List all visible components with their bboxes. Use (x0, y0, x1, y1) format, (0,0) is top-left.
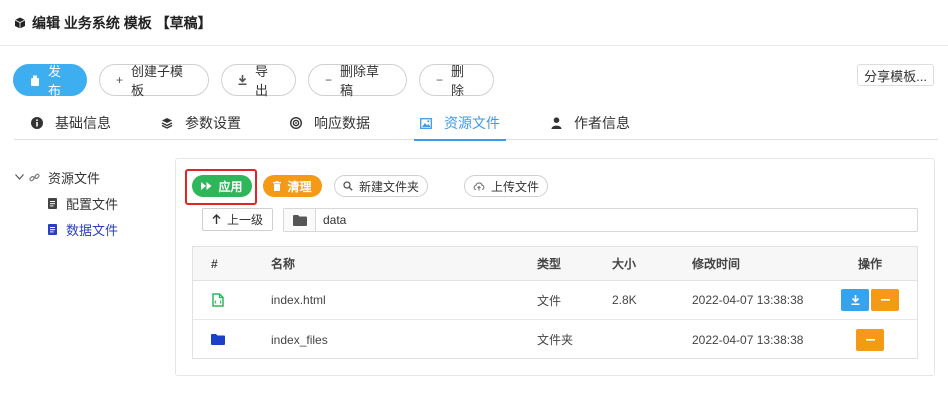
plus-icon: + (116, 73, 124, 87)
tab-resource-files[interactable]: 资源文件 (414, 106, 506, 141)
publish-label: 发布 (48, 64, 62, 98)
tab-parameter-settings[interactable]: 参数设置 (161, 106, 241, 140)
file-size: 2.8K (612, 293, 637, 307)
file-tree: 资源文件 配置文件 数据文件 (14, 164, 164, 242)
publish-icon (30, 75, 40, 86)
upload-label: 上传文件 (490, 179, 539, 194)
tab-author-info[interactable]: 作者信息 (550, 106, 630, 140)
table-header: # 名称 类型 大小 修改时间 操作 (193, 247, 917, 281)
tree-item-config-files[interactable]: 配置文件 (14, 190, 164, 216)
download-icon (238, 75, 247, 85)
title-bar: 编辑 业务系统 模板 【草稿】 (0, 0, 948, 46)
folder-icon (211, 320, 225, 359)
column-header: 大小 (612, 257, 637, 271)
column-header: # (211, 256, 218, 271)
up-level-label: 上一级 (226, 213, 263, 227)
tab-label: 响应数据 (314, 115, 370, 131)
up-level-button[interactable]: 上一级 (202, 208, 273, 231)
file-name[interactable]: index.html (271, 281, 326, 319)
target-icon (290, 117, 302, 129)
delete-draft-label: 删除草稿 (340, 64, 380, 98)
file-modified: 2022-04-07 13:38:38 (692, 293, 804, 307)
tab-bar: 基础信息 参数设置 响应数据 资源文件 作者信息 (14, 106, 938, 141)
delete-folder-button[interactable] (856, 328, 884, 351)
current-path: data (323, 213, 347, 227)
apply-label: 应用 (218, 179, 243, 194)
cloud-upload-icon (473, 181, 485, 191)
column-header: 修改时间 (692, 257, 741, 271)
trash-icon (273, 181, 282, 191)
minus-icon (880, 299, 890, 301)
image-icon (420, 117, 432, 129)
create-child-template-button[interactable]: + 创建子模板 (99, 64, 209, 98)
document-icon (46, 197, 58, 209)
info-icon (31, 117, 43, 129)
upload-file-button[interactable]: 上传文件 (464, 175, 548, 197)
tree-label: 数据文件 (66, 222, 119, 238)
column-header: 名称 (271, 257, 296, 271)
row-actions (841, 281, 901, 319)
chevron-down-icon[interactable] (14, 171, 24, 183)
toolbar: 发布 + 创建子模板 导出 − 删除草稿 − 删除 (13, 64, 494, 98)
delete-draft-button[interactable]: − 删除草稿 (308, 64, 407, 98)
clear-label: 清理 (287, 179, 312, 194)
tree-label: 配置文件 (66, 196, 119, 212)
tree-label: 资源文件 (48, 170, 101, 186)
tree-item-resource-files[interactable]: 资源文件 (14, 164, 164, 190)
minus-icon (865, 338, 875, 341)
tab-basic-info[interactable]: 基础信息 (31, 106, 111, 140)
file-type: 文件 (537, 293, 562, 308)
clear-button[interactable]: 清理 (263, 175, 322, 197)
create-child-label: 创建子模板 (131, 64, 184, 98)
export-label: 导出 (255, 64, 269, 98)
file-modified: 2022-04-07 13:38:38 (692, 332, 804, 347)
search-icon (343, 181, 353, 191)
minus-icon: − (325, 73, 333, 87)
column-header: 操作 (858, 257, 883, 271)
cube-icon (14, 17, 26, 28)
publish-button[interactable]: 发布 (13, 64, 87, 98)
arrow-up-icon (212, 213, 221, 227)
tab-label: 基础信息 (55, 115, 111, 131)
column-header: 类型 (537, 257, 562, 271)
tab-response-data[interactable]: 响应数据 (290, 106, 370, 140)
layers-icon (161, 117, 173, 129)
minus-icon: − (436, 73, 444, 87)
user-icon (550, 117, 562, 129)
tree-item-data-files[interactable]: 数据文件 (14, 216, 164, 242)
download-icon (851, 295, 859, 305)
fast-forward-icon (201, 182, 212, 190)
folder-icon (284, 209, 316, 231)
file-name[interactable]: index_files (271, 320, 328, 359)
table-row[interactable]: index_files 文件夹 2022-04-07 13:38:38 (193, 320, 917, 359)
delete-file-button[interactable] (871, 289, 899, 311)
new-folder-label: 新建文件夹 (358, 179, 419, 194)
delete-button[interactable]: − 删除 (419, 64, 494, 98)
export-button[interactable]: 导出 (221, 64, 296, 98)
delete-label: 删除 (451, 64, 465, 98)
page-title: 编辑 业务系统 模板 【草稿】 (32, 14, 212, 31)
link-icon (28, 171, 40, 183)
html-file-icon (212, 281, 224, 319)
file-table: # 名称 类型 大小 修改时间 操作 index.html 文件 2.8K 20… (192, 246, 918, 359)
file-type: 文件夹 (537, 333, 574, 347)
row-actions (856, 320, 886, 359)
path-field[interactable]: data (283, 208, 918, 232)
apply-button[interactable]: 应用 (192, 175, 252, 197)
tab-label: 作者信息 (574, 115, 630, 131)
download-file-button[interactable] (841, 289, 869, 311)
document-icon (46, 223, 58, 235)
share-template-button[interactable]: 分享模板... (857, 64, 934, 86)
tab-label: 资源文件 (444, 115, 500, 131)
new-folder-button[interactable]: 新建文件夹 (334, 175, 428, 197)
tab-label: 参数设置 (185, 115, 241, 131)
table-row[interactable]: index.html 文件 2.8K 2022-04-07 13:38:38 (193, 281, 917, 320)
